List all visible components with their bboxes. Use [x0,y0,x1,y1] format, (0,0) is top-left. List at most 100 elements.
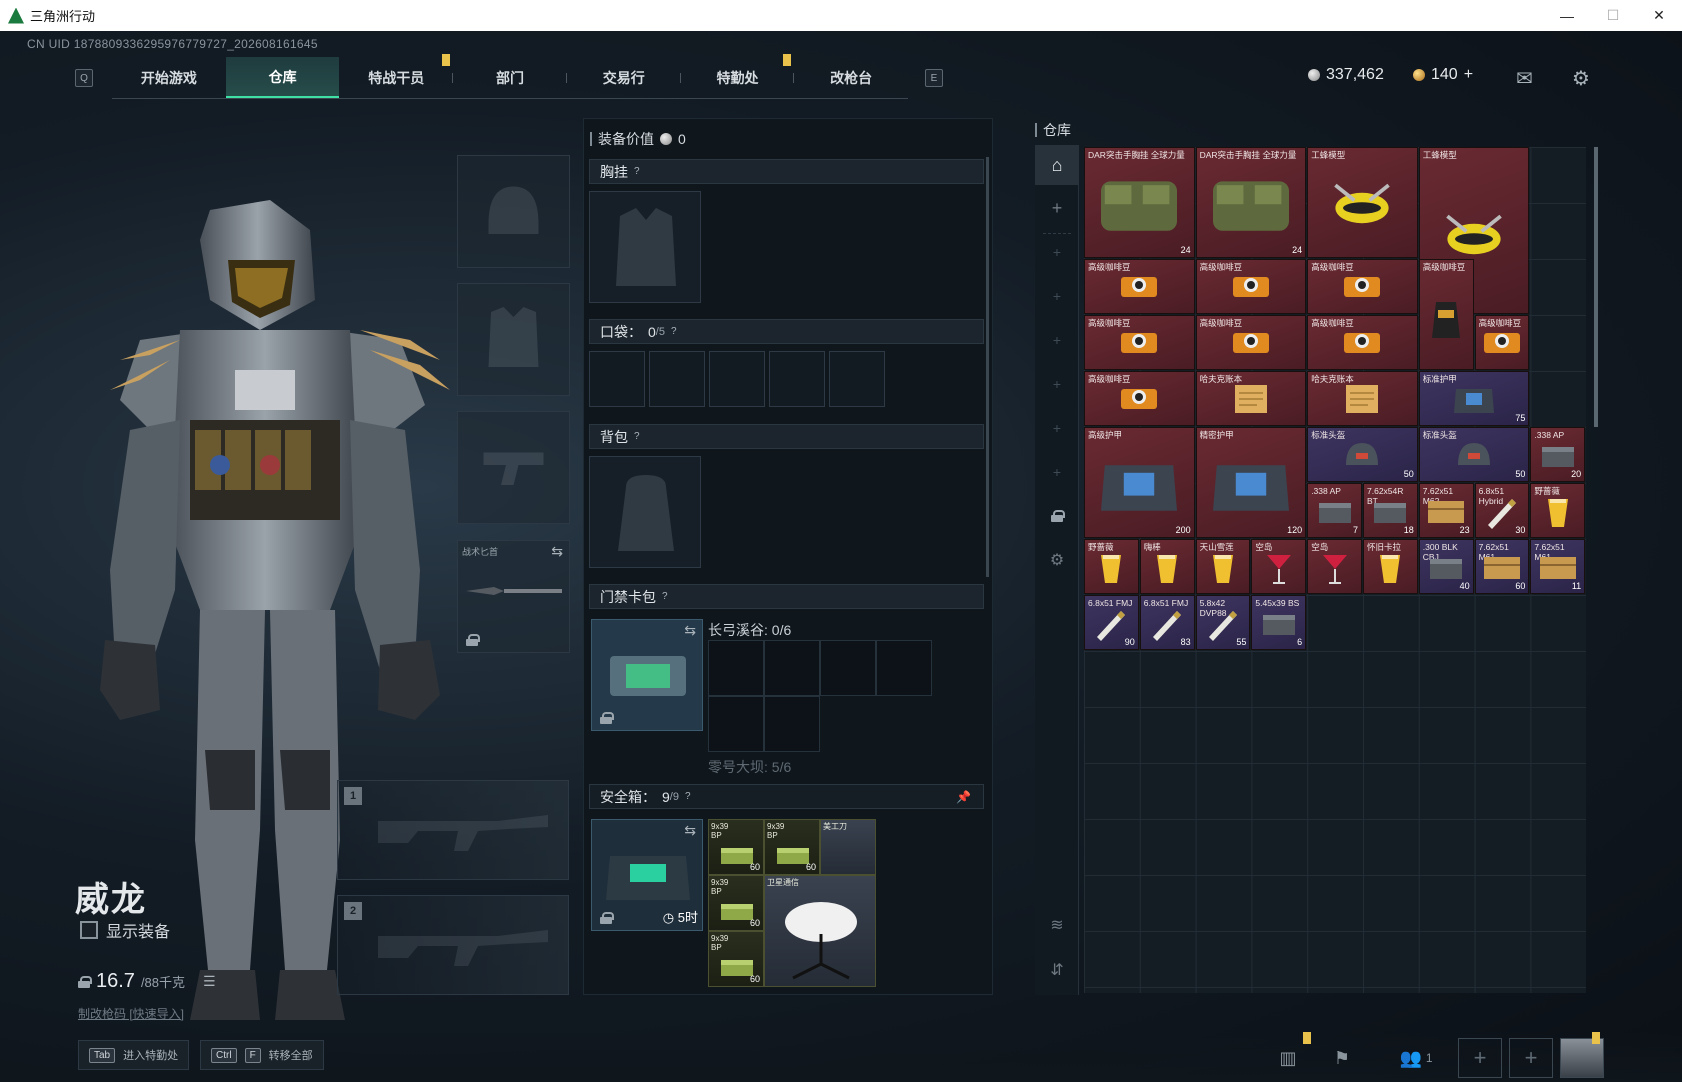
safe-box-slot[interactable]: ⇆ ◷ 5时 [591,819,703,931]
warehouse-item[interactable]: 野蔷薇 [1084,539,1139,594]
help-icon[interactable]: ? [671,326,677,337]
safe-box-item[interactable]: 9x39 BP 60 [708,819,764,875]
help-icon[interactable]: ? [634,431,640,442]
warehouse-item[interactable]: 高级咖啡豆 [1418,259,1474,370]
warehouse-item[interactable]: 7.62x51 M61 60 [1474,539,1530,594]
show-equipment-toggle[interactable]: 显示装备 [80,918,170,942]
pistol-slot[interactable] [457,411,570,524]
warehouse-item[interactable]: DAR突击手胸挂 全球力量 24 [1084,147,1195,258]
tab-3[interactable]: 部门 [453,57,567,98]
pocket-slot[interactable] [829,351,885,407]
warehouse-item[interactable]: 5.45x39 BS 6 [1251,595,1307,650]
maximize-button[interactable]: ☐ [1590,0,1636,31]
mail-icon[interactable]: ✉ [1516,66,1533,91]
pocket-slot[interactable] [709,351,765,407]
settings-gear-icon[interactable]: ⚙ [1572,66,1590,91]
close-button[interactable]: ✕ [1636,0,1682,31]
add-warehouse-tab[interactable]: + [1035,232,1079,272]
keycard-cell[interactable] [764,640,820,696]
warehouse-item[interactable]: 6.8x51 FMJ 90 [1084,595,1139,650]
help-icon[interactable]: ? [662,591,668,602]
warehouse-item[interactable]: 7.62x54R BT 18 [1363,483,1418,538]
swap-icon[interactable]: ⇆ [684,622,696,639]
tab-4[interactable]: 交易行 [567,57,681,98]
stats-chart-icon[interactable]: ▥ [1268,1040,1308,1076]
swap-icon[interactable]: ⇆ [551,543,563,560]
keycard-case-slot[interactable]: ⇆ [591,619,703,731]
safe-box-item[interactable]: 9x39 BP 60 [764,819,820,875]
swap-icon[interactable]: ⇆ [684,822,696,839]
nav-next-key[interactable]: E [925,69,943,87]
warehouse-item[interactable]: 6.8x51 Hybrid 30 [1474,483,1530,538]
add-warehouse-tab[interactable]: + [1035,408,1079,448]
safe-box-item[interactable]: 9x39 BP 60 [708,931,764,987]
locked-tab[interactable] [1035,496,1079,536]
add-warehouse-tab[interactable]: + [1035,364,1079,404]
warehouse-scrollbar[interactable] [1594,147,1598,427]
primary-weapon-slot-2[interactable]: 2 [337,895,569,995]
gold-currency[interactable]: 140 + [1413,66,1473,84]
minimize-button[interactable]: — [1544,0,1590,31]
warehouse-item[interactable]: 嗨棒 [1139,539,1195,594]
warehouse-item[interactable]: 标准头盔 50 [1307,427,1418,482]
layers-icon[interactable]: ≋ [1035,905,1079,945]
pocket-slot[interactable] [649,351,705,407]
warehouse-item[interactable]: 高级咖啡豆 [1307,315,1418,370]
keycard-cell[interactable] [820,640,876,696]
warehouse-item[interactable]: 怀旧卡拉 [1363,539,1418,594]
warehouse-item[interactable]: 哈夫克账本 [1307,371,1418,426]
warehouse-item[interactable]: 空岛 [1251,539,1307,594]
pocket-slot[interactable] [769,351,825,407]
warehouse-item[interactable]: 工蜂模型 [1307,147,1418,258]
transfer-all-hint[interactable]: Ctrl F 转移全部 [200,1040,324,1070]
warehouse-item[interactable]: 7.62x51 M61 11 [1530,539,1586,594]
warehouse-item[interactable]: 天山雪莲 [1195,539,1251,594]
invite-slot-button[interactable]: + [1458,1038,1502,1078]
warehouse-item[interactable]: 哈夫克账本 [1195,371,1307,426]
show-equipment-checkbox[interactable] [80,921,98,939]
warehouse-item[interactable]: .338 AP 7 [1307,483,1362,538]
warehouse-item[interactable]: DAR突击手胸挂 全球力量 24 [1195,147,1307,258]
flag-icon[interactable]: ⚑ [1322,1040,1362,1076]
add-warehouse-tab[interactable]: + [1035,188,1079,228]
tab-6[interactable]: 改枪台 [794,57,908,98]
tab-1[interactable]: 仓库 [225,57,340,98]
add-warehouse-tab[interactable]: + [1035,276,1079,316]
warehouse-item[interactable]: 精密护甲 120 [1195,427,1307,538]
pin-icon[interactable]: 📌 [956,790,971,804]
warehouse-item[interactable]: 高级咖啡豆 [1195,259,1307,314]
tab-0[interactable]: 开始游戏 [112,57,226,98]
keycard-cell[interactable] [764,696,820,752]
warehouse-settings-gear-icon[interactable]: ⚙ [1035,540,1079,580]
add-gold-button[interactable]: + [1464,66,1473,84]
warehouse-item[interactable]: 6.8x51 FMJ 83 [1139,595,1195,650]
tab-2[interactable]: 特战干员 [339,57,454,98]
warehouse-item[interactable]: .300 BLK CBJ 40 [1418,539,1474,594]
keycard-cell[interactable] [708,696,764,752]
add-warehouse-tab[interactable]: + [1035,320,1079,360]
sort-icon[interactable]: ⇵ [1035,950,1079,990]
safe-box-item[interactable]: 卫星通信 [764,875,876,987]
warehouse-item[interactable]: 高级咖啡豆 [1474,315,1530,370]
safe-box-item[interactable]: 美工刀 [820,819,876,875]
loadout-code-links[interactable]: 制改枪码 [快速导入] [78,1005,184,1022]
nav-prev-key[interactable]: Q [75,69,93,87]
warehouse-item[interactable]: 高级咖啡豆 [1195,315,1307,370]
keycard-cell[interactable] [876,640,932,696]
friends-button[interactable]: 👥 1 [1386,1040,1446,1076]
enter-special-ops-hint[interactable]: Tab 进入特勤处 [78,1040,190,1070]
armor-slot[interactable] [457,283,570,396]
warehouse-item[interactable]: 高级咖啡豆 [1084,371,1195,426]
warehouse-main-tab[interactable]: ⌂ [1035,145,1079,185]
helmet-slot[interactable] [457,155,570,268]
keycard-cell[interactable] [708,640,764,696]
pocket-slot[interactable] [589,351,645,407]
chest-rig-slot[interactable] [589,191,701,303]
warehouse-item[interactable]: 7.62x51 M62 23 [1418,483,1474,538]
add-warehouse-tab[interactable]: + [1035,452,1079,492]
loadout-scrollbar[interactable] [986,157,989,577]
help-icon[interactable]: ? [685,791,691,802]
safe-box-item[interactable]: 9x39 BP 60 [708,875,764,931]
warehouse-item[interactable]: .338 AP 20 [1530,427,1586,482]
weight-list-icon[interactable]: ☰ [203,973,216,990]
